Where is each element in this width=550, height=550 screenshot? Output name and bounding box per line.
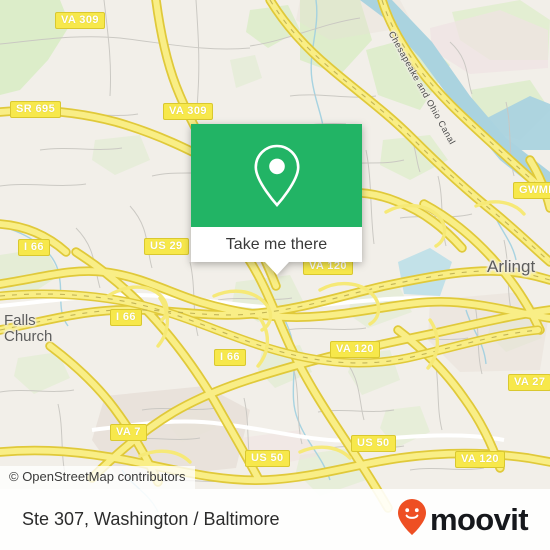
road-shield-va-309-mid: VA 309 xyxy=(163,103,213,120)
road-shield-us-50-east: US 50 xyxy=(351,435,396,452)
road-shield-i-66-east: I 66 xyxy=(214,349,246,366)
map-canvas[interactable]: Falls Church Arlingt Chesapeake and Ohio… xyxy=(0,0,550,550)
take-me-there-label: Take me there xyxy=(225,235,328,253)
road-shield-i-66-west: I 66 xyxy=(18,239,50,256)
map-attribution[interactable]: © OpenStreetMap contributors xyxy=(0,466,195,489)
place-label-arlington: Arlingt xyxy=(487,257,536,276)
road-shield-us-29: US 29 xyxy=(144,238,189,255)
attribution-text: © OpenStreetMap contributors xyxy=(9,469,186,484)
moovit-wordmark: moovit xyxy=(429,501,529,537)
moovit-logo[interactable]: moovit xyxy=(397,498,529,541)
road-shield-va-120-mid: VA 120 xyxy=(330,341,380,358)
road-shield-gwmp: GWMP xyxy=(513,182,550,199)
popup-header xyxy=(191,124,362,227)
location-popup[interactable]: Take me there xyxy=(191,124,362,275)
road-shield-va-7: VA 7 xyxy=(110,424,147,441)
take-me-there-button[interactable]: Take me there xyxy=(191,227,362,262)
moovit-pin-icon xyxy=(397,498,427,541)
map-pin-icon xyxy=(251,143,303,209)
location-title: Ste 307, Washington / Baltimore xyxy=(22,509,280,529)
moovit-map-screen: Falls Church Arlingt Chesapeake and Ohio… xyxy=(0,0,550,550)
road-shield-i-66-mid: I 66 xyxy=(110,309,142,326)
road-shield-va-120-south: VA 120 xyxy=(455,451,505,468)
road-shield-va-309-north: VA 309 xyxy=(55,12,105,29)
place-label-falls-church: Falls Church xyxy=(4,312,53,345)
road-shield-va-27: VA 27 xyxy=(508,374,550,391)
road-shield-us-50-west: US 50 xyxy=(245,450,290,467)
footer-bar: Ste 307, Washington / Baltimore moovit xyxy=(0,489,550,550)
road-shield-sr-695: SR 695 xyxy=(10,101,62,118)
popup-pointer xyxy=(264,262,289,275)
